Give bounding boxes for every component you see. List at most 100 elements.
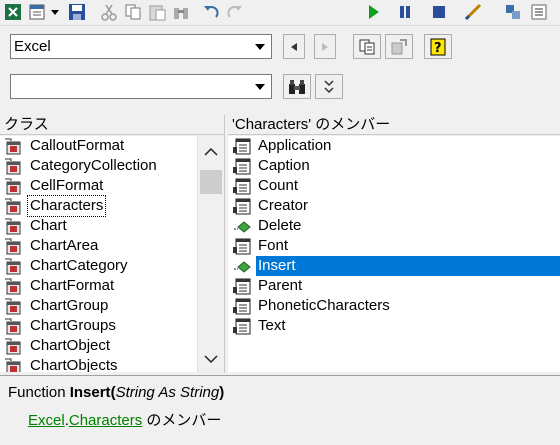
member-item-label: Delete: [258, 217, 302, 234]
member-item[interactable]: Insert: [228, 256, 560, 276]
search-button[interactable]: [283, 74, 311, 99]
class-item-label: CalloutFormat: [30, 137, 125, 154]
view-object-icon[interactable]: [26, 1, 48, 23]
detail-member-of: Excel.Characters のメンバー: [28, 409, 221, 430]
property-icon: [232, 297, 252, 315]
detail-close-paren: ): [219, 384, 225, 401]
class-icon: [4, 337, 24, 355]
class-icon: [4, 237, 24, 255]
arrow-left-icon: [291, 42, 297, 51]
redo-icon[interactable]: [224, 1, 246, 23]
class-icon: [4, 217, 24, 235]
library-combo[interactable]: Excel: [10, 34, 272, 59]
property-icon: [232, 317, 252, 335]
properties-icon[interactable]: [528, 1, 550, 23]
member-item-label: Insert: [256, 256, 560, 276]
view-definition-icon: [391, 38, 407, 54]
class-item[interactable]: CalloutFormat: [0, 136, 197, 156]
library-link[interactable]: Excel: [28, 412, 65, 429]
class-item-label: ChartGroups: [30, 317, 116, 334]
class-item-label: ChartObjects: [30, 357, 118, 372]
member-item-label: Count: [258, 177, 299, 194]
paste-icon[interactable]: [146, 1, 168, 23]
member-item[interactable]: Delete: [228, 216, 560, 236]
excel-icon[interactable]: [2, 1, 24, 23]
member-item-label: Application: [258, 137, 332, 154]
class-item[interactable]: ChartCategory: [0, 256, 197, 276]
class-link[interactable]: Characters: [69, 412, 142, 429]
chevron-down-icon[interactable]: [249, 75, 271, 98]
copy-to-clipboard-button[interactable]: [353, 34, 381, 59]
member-item[interactable]: Application: [228, 136, 560, 156]
class-item-label: ChartFormat: [30, 277, 115, 294]
binoculars-icon: [289, 79, 305, 94]
member-item[interactable]: Count: [228, 176, 560, 196]
class-item-label: ChartArea: [30, 237, 99, 254]
property-icon: [232, 157, 252, 175]
member-item[interactable]: Creator: [228, 196, 560, 216]
member-item-label: Font: [258, 237, 289, 254]
class-item[interactable]: ChartObjects: [0, 356, 197, 372]
scroll-down-icon[interactable]: [204, 352, 218, 368]
class-item[interactable]: ChartGroup: [0, 296, 197, 316]
detail-member-name: Insert: [69, 384, 111, 401]
help-button[interactable]: ?: [424, 34, 452, 59]
member-item[interactable]: Caption: [228, 156, 560, 176]
double-chevron-icon: [324, 79, 334, 93]
method-icon: [232, 217, 252, 235]
run-icon[interactable]: [362, 1, 384, 23]
class-item-label: Characters: [26, 195, 107, 217]
detail-signature: Function Insert(String As String): [8, 384, 224, 401]
member-item[interactable]: Font: [228, 236, 560, 256]
member-item[interactable]: Text: [228, 316, 560, 336]
member-item-label: Text: [258, 317, 286, 334]
reset-icon[interactable]: [428, 1, 450, 23]
back-button[interactable]: [283, 34, 305, 59]
svg-text:?: ?: [434, 41, 442, 56]
toolbar: [0, 0, 560, 26]
view-definition-button[interactable]: [385, 34, 413, 59]
class-item-label: Chart: [30, 217, 67, 234]
class-icon: [4, 257, 24, 275]
search-combo[interactable]: [10, 74, 272, 99]
class-item[interactable]: ChartArea: [0, 236, 197, 256]
class-icon: [4, 157, 24, 175]
find-icon[interactable]: [170, 1, 192, 23]
detail-params: String As String: [115, 384, 220, 401]
class-item[interactable]: CategoryCollection: [0, 156, 197, 176]
copy-icon: [359, 39, 375, 54]
class-item[interactable]: Chart: [0, 216, 197, 236]
class-item[interactable]: ChartFormat: [0, 276, 197, 296]
property-icon: [232, 197, 252, 215]
chevron-down-icon[interactable]: [249, 35, 271, 58]
class-item-label: ChartObject: [30, 337, 111, 354]
classes-list[interactable]: CalloutFormat CategoryCollection CellForma…: [0, 136, 198, 372]
member-item[interactable]: Parent: [228, 276, 560, 296]
toggle-search-results-button[interactable]: [315, 74, 343, 99]
undo-icon[interactable]: [200, 1, 222, 23]
classes-scrollbar[interactable]: [198, 136, 224, 372]
members-list[interactable]: Application Caption Count Creator Delete Font…: [228, 136, 560, 372]
break-icon[interactable]: [394, 1, 416, 23]
save-icon[interactable]: [66, 1, 88, 23]
copy-icon[interactable]: [122, 1, 144, 23]
class-item[interactable]: ChartGroups: [0, 316, 197, 336]
scroll-up-icon[interactable]: [204, 144, 218, 160]
cut-icon[interactable]: [98, 1, 120, 23]
member-item-label: Creator: [258, 197, 309, 214]
class-icon: [4, 197, 24, 215]
dropdown-arrow-icon[interactable]: [48, 1, 62, 23]
member-item-label: PhoneticCharacters: [258, 297, 390, 314]
library-combo-value: Excel: [14, 38, 51, 55]
project-explorer-icon[interactable]: [502, 1, 524, 23]
member-item[interactable]: PhoneticCharacters: [228, 296, 560, 316]
class-item[interactable]: ChartObject: [0, 336, 197, 356]
forward-button[interactable]: [314, 34, 336, 59]
class-item[interactable]: Characters: [0, 195, 197, 217]
design-mode-icon[interactable]: [462, 1, 484, 23]
class-item-label: CategoryCollection: [30, 157, 157, 174]
member-item-label: Parent: [258, 277, 303, 294]
class-icon: [4, 277, 24, 295]
class-item[interactable]: CellFormat: [0, 176, 197, 196]
scroll-thumb[interactable]: [200, 170, 222, 194]
